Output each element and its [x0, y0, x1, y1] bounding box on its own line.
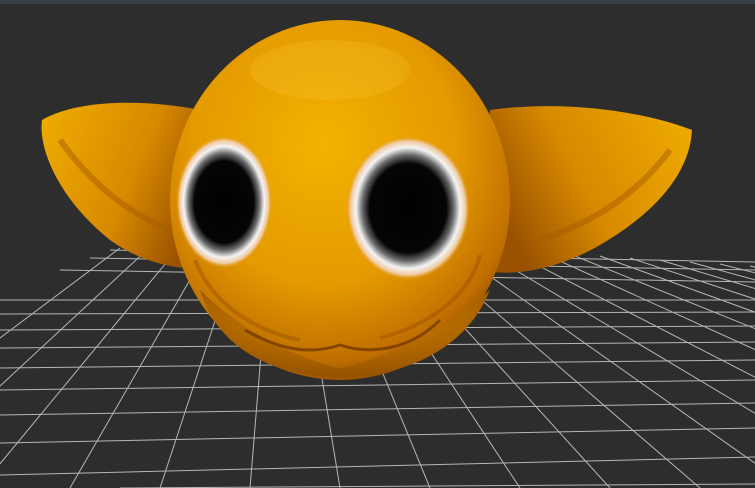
sculpt-model[interactable] [41, 20, 692, 380]
right-eye [346, 136, 470, 280]
left-eye [176, 136, 272, 268]
right-ear [480, 106, 692, 273]
viewport-scene[interactable] [0, 0, 755, 488]
head-highlight [250, 40, 410, 100]
3d-viewport[interactable] [0, 0, 755, 488]
